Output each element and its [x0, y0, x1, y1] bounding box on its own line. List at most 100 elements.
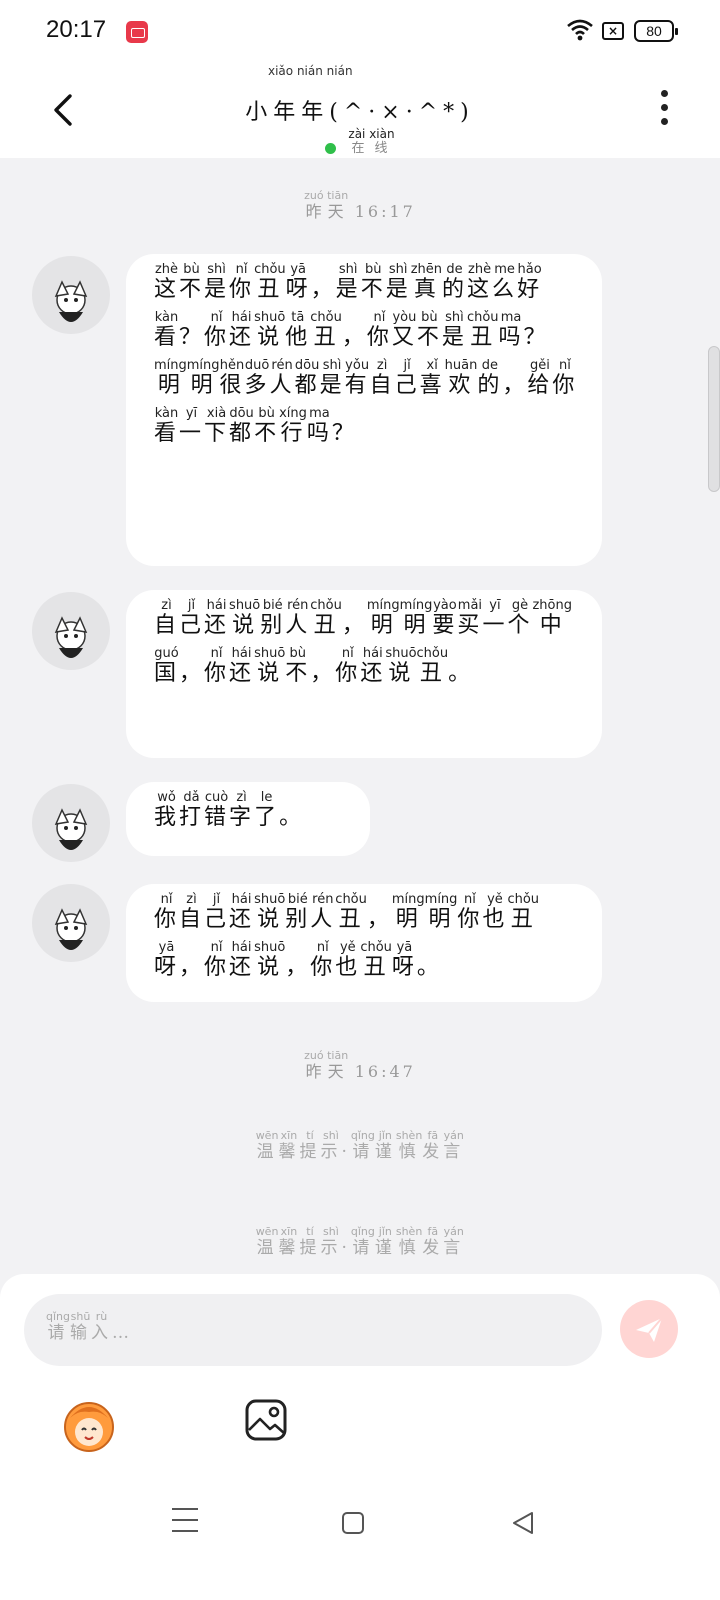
- online-dot-icon: [325, 143, 337, 154]
- status-bar: 20:17 × 80: [0, 0, 720, 62]
- pinyin-annotation: [179, 310, 204, 325]
- hanzi-char: 明míng: [424, 892, 458, 932]
- hanzi-char: 丑chǒu: [254, 262, 286, 302]
- message-bubble[interactable]: 我wǒ打dǎ错cuò字zì了le。: [126, 782, 370, 856]
- pinyin-annotation: bù: [285, 646, 311, 661]
- system-tip-text: 温wēn馨xīn提tí示shì· 请qǐng谨jǐn慎shèn发fā言yán: [256, 1129, 465, 1162]
- pinyin-annotation: hái: [229, 646, 255, 661]
- hanzi-char: 输shū: [70, 1310, 91, 1343]
- pinyin-annotation: hái: [229, 892, 255, 907]
- pinyin-annotation: yě: [482, 892, 508, 907]
- send-button[interactable]: [620, 1300, 678, 1358]
- home-button[interactable]: [342, 1512, 364, 1534]
- hanzi-char: 是shì: [204, 262, 230, 302]
- hanzi-char: 你nǐ: [204, 310, 230, 350]
- avatar[interactable]: [32, 256, 110, 334]
- pinyin-annotation: tí: [299, 1225, 321, 1238]
- hanzi-char: 是shì: [335, 262, 361, 302]
- image-icon[interactable]: [244, 1398, 288, 1442]
- avatar[interactable]: [32, 784, 110, 862]
- message-bubble[interactable]: 这zhè不bù是shì你nǐ丑chǒu呀yā， 是shì不bù是shì真zhēn…: [126, 254, 602, 566]
- hanzi-char: 请qǐng: [350, 1129, 375, 1162]
- hanzi-char: 还hái: [204, 598, 230, 638]
- hanzi-char: ？: [179, 325, 204, 350]
- pinyin-annotation: de: [442, 262, 468, 277]
- hanzi-char: 错cuò: [204, 790, 230, 830]
- pinyin-annotation: yā: [391, 940, 417, 955]
- timestamp-time: 16:47: [354, 1062, 416, 1081]
- hanzi-char: 别bié: [260, 598, 286, 638]
- pinyin-annotation: dōu: [294, 358, 320, 373]
- hanzi-char: 丑chǒu: [310, 598, 342, 638]
- pinyin-annotation: huān: [444, 358, 478, 373]
- pinyin-annotation: zhè: [154, 262, 179, 277]
- pinyin-annotation: [448, 646, 473, 661]
- pinyin-annotation: yào: [432, 598, 458, 613]
- pinyin-annotation: fā: [422, 1225, 444, 1238]
- pinyin-annotation: chǒu: [310, 310, 342, 325]
- status-time: 20:17: [46, 16, 107, 43]
- hanzi-char: 还hái: [360, 646, 386, 686]
- hanzi-char: 好hǎo: [517, 262, 543, 302]
- pinyin-annotation: jǐn: [374, 1129, 396, 1142]
- timestamp: 昨天zuó tiān 16:17: [0, 189, 720, 222]
- pinyin-annotation: shì: [320, 1129, 342, 1142]
- hanzi-char: 人rén: [310, 892, 336, 932]
- pinyin-annotation: zì: [179, 892, 205, 907]
- pinyin-annotation: [285, 940, 310, 955]
- avatar[interactable]: [32, 884, 110, 962]
- pinyin-annotation: zì: [369, 358, 395, 373]
- pinyin-annotation: bù: [360, 262, 386, 277]
- pinyin-annotation: chǒu: [360, 940, 392, 955]
- avatar-figure-icon: [54, 908, 88, 950]
- hanzi-char: 多duō: [244, 358, 270, 398]
- hanzi-char: 么me: [492, 262, 518, 302]
- timestamp: 昨天zuó tiān 16:47: [0, 1049, 720, 1082]
- hanzi-char: 字zì: [229, 790, 255, 830]
- scroll-handle[interactable]: [708, 346, 720, 492]
- pinyin-annotation: yī: [179, 406, 205, 421]
- chat-header: xiǎo nián nián 小年年(^·×·^*) 在线zài xiàn: [0, 62, 720, 158]
- pinyin-annotation: chǒu: [254, 262, 286, 277]
- message-bubble[interactable]: 你nǐ自zì己jǐ还hái说shuō别bié人rén丑chǒu， 明míng明m…: [126, 884, 602, 1002]
- pinyin-annotation: yǒu: [344, 358, 370, 373]
- emoji-sticker-icon[interactable]: [60, 1396, 118, 1454]
- hanzi-char: 不bù: [254, 406, 280, 446]
- pinyin-annotation: shèn: [395, 1225, 423, 1238]
- recent-apps-button[interactable]: [172, 1508, 198, 1532]
- pinyin-annotation: chǒu: [310, 598, 342, 613]
- pinyin-annotation: gěi: [527, 358, 553, 373]
- message-text: 自zì己jǐ还hái说shuō别bié人rén丑chǒu， 明míng明míng…: [154, 598, 572, 686]
- pinyin-annotation: [367, 892, 392, 907]
- pinyin-annotation: [179, 940, 204, 955]
- hanzi-char: 丑chǒu: [335, 892, 367, 932]
- hanzi-char: ·: [341, 1142, 350, 1162]
- hanzi-char: 丑chǒu: [416, 646, 449, 686]
- hanzi-char: 一yī: [179, 406, 205, 446]
- hanzi-char: 真zhēn: [410, 262, 443, 302]
- pinyin-annotation: duō: [244, 358, 270, 373]
- more-vertical-icon[interactable]: [656, 90, 672, 134]
- avatar-figure-icon: [54, 616, 88, 658]
- system-tip: 温wēn馨xīn提tí示shì· 请qǐng谨jǐn慎shèn发fā言yán: [0, 1225, 720, 1258]
- pinyin-annotation: nǐ: [229, 262, 255, 277]
- hanzi-char: 示shì: [320, 1129, 342, 1162]
- timestamp-day-pinyin: zuó tiān: [304, 1049, 349, 1062]
- avatar[interactable]: [32, 592, 110, 670]
- nav-back-icon[interactable]: [510, 1510, 536, 1536]
- hanzi-char: 你nǐ: [229, 262, 255, 302]
- hanzi-char: ，: [502, 373, 527, 398]
- pinyin-annotation: shuō: [254, 646, 286, 661]
- pinyin-annotation: yī: [482, 598, 508, 613]
- hanzi-char: 别bié: [285, 892, 311, 932]
- pinyin-annotation: zhè: [467, 262, 493, 277]
- message-input[interactable]: 请qǐng输shū入rù…: [24, 1294, 602, 1366]
- message-bubble[interactable]: 自zì己jǐ还hái说shuō别bié人rén丑chǒu， 明míng明míng…: [126, 590, 602, 758]
- pinyin-annotation: [279, 790, 304, 805]
- pinyin-annotation: xǐ: [419, 358, 445, 373]
- message-text: 我wǒ打dǎ错cuò字zì了le。: [154, 790, 304, 830]
- pinyin-annotation: míng: [399, 598, 433, 613]
- hanzi-char: 馨xīn: [278, 1225, 300, 1258]
- hanzi-char: 慎shèn: [395, 1225, 423, 1258]
- timestamp-day: 昨天: [304, 202, 349, 221]
